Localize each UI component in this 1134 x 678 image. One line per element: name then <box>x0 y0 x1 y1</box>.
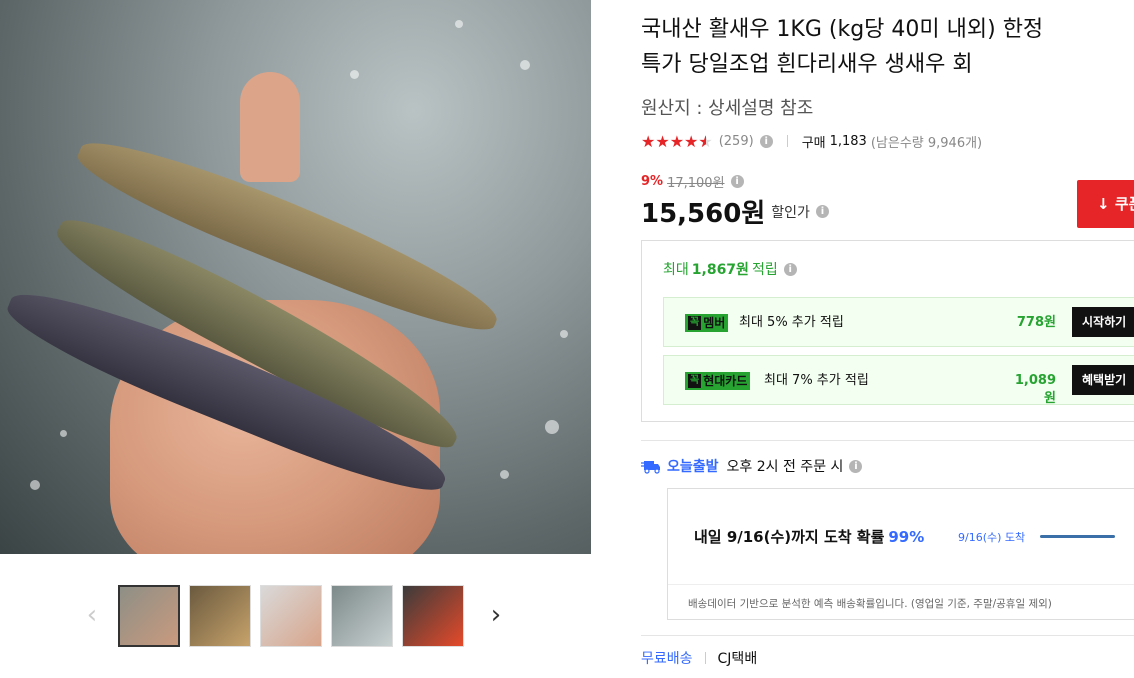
original-price: 17,100원 <box>667 176 725 191</box>
arrival-note: 배송데이터 기반으로 분석한 예측 배송확률입니다. (영업일 기준, 주말/공… <box>688 598 1052 610</box>
product-title-line1: 국내산 활새우 1KG (kg당 40미 내외) 한정 <box>641 17 1044 42</box>
reward-amount: 1,089원 <box>1014 373 1056 406</box>
arrival-probability-box: 내일 9/16(수)까지 도착 확률 99% 9/16(수) 도착 배송데이터 기… <box>667 488 1134 620</box>
product-title: 국내산 활새우 1KG (kg당 40미 내외) 한정 특가 당일조업 흰다리새… <box>641 12 1121 82</box>
star-rating-icon[interactable]: ★★★★★ ★ <box>641 132 713 151</box>
info-icon[interactable]: i <box>759 134 773 148</box>
info-icon[interactable]: i <box>730 175 744 188</box>
reward-card-hyundai: 꼭 현대카드 최대 7% 추가 적립 1,089원 혜택받기 <box>663 355 1134 406</box>
product-title-line2: 특가 당일조업 흰다리새우 생새우 회 <box>641 52 973 77</box>
divider <box>704 652 706 664</box>
reward-title-prefix: 최대 <box>663 262 689 278</box>
sale-price-label: 할인가 <box>771 204 810 221</box>
chevron-left-icon[interactable]: ‹ <box>82 600 102 630</box>
reward-desc: 최대 5% 추가 적립 <box>739 315 844 330</box>
purchase-label: 구매 <box>801 135 826 151</box>
get-benefit-button[interactable]: 혜택받기 <box>1072 365 1134 395</box>
badge-label: 멤버 <box>703 316 726 330</box>
discount-row: 9% 17,100원 i <box>641 172 744 191</box>
free-shipping-label: 무료배송 <box>641 651 693 667</box>
fast-delivery-icon <box>641 461 660 474</box>
arrival-percent: 99% <box>888 528 925 546</box>
arrival-text: 내일 9/16(수)까지 도착 확률 99% <box>694 526 924 547</box>
rating-row: ★★★★★ ★ (259) i 구매 1,183 (남은수량 9,946개) <box>641 131 982 151</box>
free-shipping-row: 무료배송 CJ택배 <box>641 648 757 668</box>
member-badge: 꼭 멤버 <box>685 314 729 332</box>
product-main-image <box>0 0 591 554</box>
reward-card-member: 꼭 멤버 최대 5% 추가 적립 778원 시작하기 <box>663 297 1134 347</box>
arrival-date-label: 9/16(수) 도착 <box>958 531 1026 544</box>
thumbnail-5[interactable] <box>402 585 464 647</box>
thumbnail-2[interactable] <box>189 585 251 647</box>
info-icon[interactable]: i <box>849 459 863 473</box>
reward-title-amount: 1,867원 <box>691 262 749 278</box>
reward-amount: 778원 <box>1016 315 1056 330</box>
thumbnail-4[interactable] <box>331 585 393 647</box>
coupon-button-label: 쿠폰 <box>1114 195 1134 213</box>
download-icon: ↓ <box>1097 195 1110 213</box>
today-shipping-label: 오늘출발 <box>667 459 719 475</box>
reward-title-suffix: 적립 <box>751 262 778 278</box>
chevron-right-icon[interactable]: › <box>486 600 506 630</box>
price-row: 15,560원 할인가 i <box>641 193 829 230</box>
thumbnail-strip: ‹ › <box>0 585 591 647</box>
badge-mark: 꼭 <box>688 316 702 330</box>
remaining-quantity: (남은수량 9,946개) <box>870 135 983 151</box>
badge-label: 현대카드 <box>703 374 748 388</box>
shipping-row: 오늘출발 오후 2시 전 주문 시 i <box>641 456 863 476</box>
sale-price: 15,560원 <box>641 199 766 229</box>
reward-desc: 최대 7% 추가 적립 <box>764 373 869 388</box>
info-icon[interactable]: i <box>783 262 797 276</box>
purchase-count: 1,183 <box>829 133 867 149</box>
product-info: 국내산 활새우 1KG (kg당 40미 내외) 한정 특가 당일조업 흰다리새… <box>641 0 1134 678</box>
thumbnail-1[interactable] <box>118 585 180 647</box>
discount-rate: 9% <box>641 174 664 189</box>
info-icon[interactable]: i <box>815 205 829 218</box>
reward-title: 최대 1,867원 적립 i <box>663 259 797 279</box>
shipping-cutoff-text: 오후 2시 전 주문 시 <box>726 459 844 475</box>
arrival-label: 내일 9/16(수)까지 도착 확률 <box>694 528 885 546</box>
divider <box>641 635 1134 636</box>
divider <box>641 440 1134 441</box>
coupon-download-button[interactable]: ↓ 쿠폰 <box>1077 180 1134 228</box>
reward-box: 최대 1,867원 적립 i 꼭 멤버 최대 5% 추가 적립 778원 시작하… <box>641 240 1134 422</box>
divider <box>786 135 788 147</box>
start-member-button[interactable]: 시작하기 <box>1072 307 1134 337</box>
review-count[interactable]: (259) <box>719 134 754 149</box>
badge-mark: 꼭 <box>688 374 702 388</box>
arrival-probability-bar <box>1040 535 1115 538</box>
carrier-label: CJ택배 <box>717 651 758 667</box>
thumbnail-3[interactable] <box>260 585 322 647</box>
hyundai-card-badge: 꼭 현대카드 <box>685 372 751 390</box>
origin-text: 원산지 : 상세설명 참조 <box>641 98 814 119</box>
